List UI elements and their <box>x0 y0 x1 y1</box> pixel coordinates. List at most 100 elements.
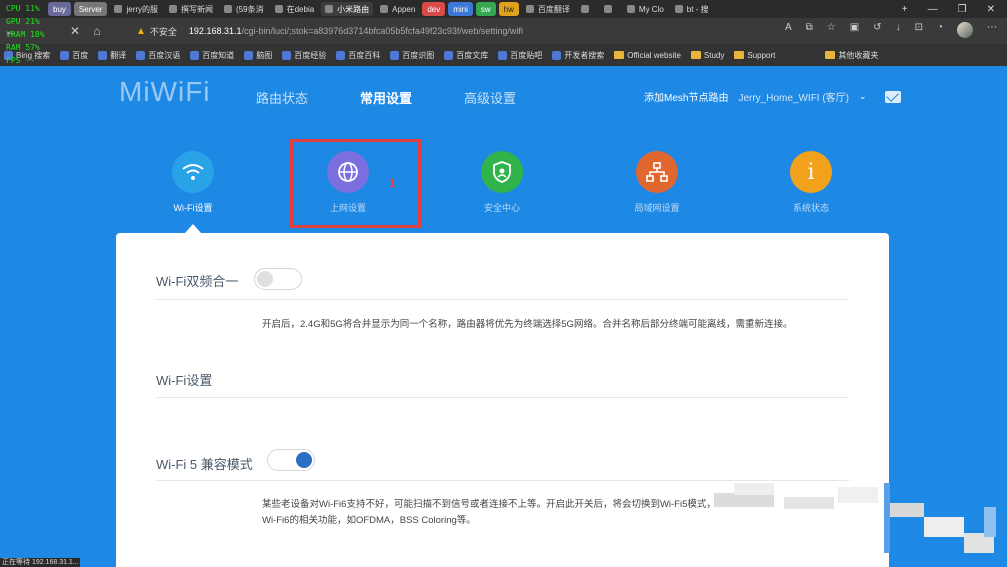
browser-tab[interactable]: dev <box>422 2 446 16</box>
browser-tab[interactable] <box>577 2 597 16</box>
feature-lan-settings[interactable]: 局域网设置 <box>617 151 697 214</box>
tab-label: hw <box>503 4 514 14</box>
folder-icon <box>690 51 701 59</box>
bookmark-item[interactable]: 百度汉语 <box>136 50 180 61</box>
browser-tab[interactable]: buy <box>48 2 71 16</box>
minimize-button[interactable]: — <box>928 4 938 15</box>
bookmark-favicon-icon <box>190 50 200 60</box>
profile-avatar[interactable] <box>957 22 973 38</box>
toggle-knob <box>257 271 273 287</box>
browser-tab[interactable]: hw <box>498 2 519 16</box>
browser-tab[interactable]: 撰写新闻 <box>165 2 217 16</box>
fps-stat: FPS -- <box>6 56 35 65</box>
bookmark-item[interactable]: 百度贴吧 <box>498 50 542 61</box>
browser-tab[interactable]: Appen <box>376 2 419 16</box>
nav-router-status[interactable]: 路由状态 <box>256 88 308 107</box>
bookmark-folder[interactable]: Official website <box>614 51 681 60</box>
miwifi-logo: MiWiFi <box>119 76 211 107</box>
stop-loading-icon[interactable]: ✕ <box>64 24 86 38</box>
chevron-down-icon[interactable]: ⌄ <box>859 91 867 102</box>
cpu-stat: CPU 11% <box>6 4 40 13</box>
browser-tab[interactable]: (59条消 <box>220 2 268 16</box>
screenshot-icon[interactable]: ⊡ <box>915 22 923 38</box>
bookmark-label: 翻译 <box>110 50 127 60</box>
bookmark-item[interactable]: 开发者搜索 <box>552 50 604 61</box>
bookmark-label: 百度汉语 <box>148 50 181 60</box>
favorites-icon[interactable]: ☆ <box>827 22 836 38</box>
bookmark-favicon-icon <box>98 50 108 60</box>
feature-label: Wi-Fi设置 <box>173 203 213 213</box>
browser-tab[interactable]: 在debia <box>271 2 319 16</box>
bookmark-item[interactable]: 百度识图 <box>390 50 434 61</box>
annotation-highlight-box <box>290 139 421 228</box>
tab-label: mini <box>453 4 468 14</box>
feature-wifi-settings[interactable]: Wi-Fi设置 <box>153 151 233 214</box>
bookmark-label: Official website <box>627 50 681 60</box>
tab-favicon-icon <box>169 5 178 13</box>
bookmark-item[interactable]: 百度经验 <box>282 50 326 61</box>
bookmark-label: 百度百科 <box>348 50 381 60</box>
url-input[interactable]: ▲ 不安全 192.168.31.1 /cgi-bin/luci/;stok=a… <box>136 21 666 41</box>
browser-tab[interactable]: Server <box>73 2 108 16</box>
browser-tab[interactable]: mini <box>448 2 473 16</box>
bookmark-favicon-icon <box>552 50 562 60</box>
browser-tab[interactable] <box>600 2 620 16</box>
browser-tab-bar: buy Server jerry的服 撰写新闻 (59条消 在debia 小米路由 Appen… <box>0 0 1007 18</box>
browser-tab[interactable]: 百度翻译 <box>522 2 574 16</box>
divider <box>156 299 849 300</box>
bookmark-label: Support <box>747 50 776 60</box>
copilot-icon[interactable]: ◔ <box>937 22 943 38</box>
bookmark-folder[interactable]: Study <box>690 51 724 60</box>
bookmark-item[interactable]: 脑图 <box>244 50 272 61</box>
insecure-label[interactable]: 不安全 <box>150 25 177 38</box>
bookmark-label: 百度知道 <box>202 50 235 60</box>
browser-tab[interactable]: 小米路由 <box>321 2 374 16</box>
wifi5-compat-toggle[interactable] <box>267 449 315 471</box>
performance-overlay: CPU 11% GPU 21% VRAM 18% RAM 57% FPS -- <box>6 2 45 67</box>
bookmark-label: 脑图 <box>256 50 273 60</box>
network-selector[interactable]: Jerry_Home_WIFI (客厅) <box>738 89 849 104</box>
shield-icon <box>481 151 523 193</box>
bookmarks-bar: Bing 搜索 百度 翻译 百度汉语 百度知道 脑图 百度经验 百度百科 百度识图 百度文库 百度贴… <box>0 44 1007 66</box>
feature-label: 安全中心 <box>483 203 520 213</box>
add-mesh-link[interactable]: 添加Mesh节点路由 <box>644 89 728 104</box>
bookmark-item[interactable]: 百度 <box>60 50 88 61</box>
menu-icon[interactable]: ⋯ <box>987 22 997 38</box>
toggle-knob <box>296 452 312 468</box>
restore-button[interactable]: ❐ <box>958 4 967 15</box>
extensions-icon[interactable]: ⧉ <box>806 22 813 38</box>
lan-icon <box>636 151 678 193</box>
nav-advanced-settings[interactable]: 高级设置 <box>464 88 516 107</box>
browser-tab[interactable]: sw <box>475 2 496 16</box>
downloads-icon[interactable]: ↓ <box>896 22 901 38</box>
tab-label: buy <box>53 4 66 14</box>
bookmark-folder[interactable]: Support <box>734 51 775 60</box>
bookmark-item[interactable]: 百度知道 <box>190 50 234 61</box>
feature-label: 系统状态 <box>792 203 829 213</box>
dualband-toggle[interactable] <box>254 268 302 290</box>
tab-label: Appen <box>392 4 416 14</box>
bookmark-item[interactable]: 百度文库 <box>444 50 488 61</box>
mail-icon[interactable] <box>884 90 901 103</box>
bookmark-label: 百度 <box>72 50 89 60</box>
bookmark-favicon-icon <box>498 50 508 60</box>
browser-tab[interactable]: bt - 搜 <box>671 2 713 16</box>
new-tab-button[interactable]: + <box>902 4 908 15</box>
bookmark-folder[interactable]: 其他收藏夹 <box>825 50 878 61</box>
bookmark-item[interactable]: 百度百科 <box>336 50 380 61</box>
browser-tab[interactable]: jerry的服 <box>110 2 162 16</box>
browser-tab[interactable]: My Clo <box>623 2 668 16</box>
read-aloud-icon[interactable]: A <box>785 22 792 38</box>
tab-label: (59条消 <box>236 4 264 14</box>
history-icon[interactable]: ↺ <box>873 22 881 38</box>
wifi-settings-title: Wi-Fi设置 <box>156 373 213 388</box>
home-icon[interactable]: ⌂ <box>86 24 108 38</box>
close-window-button[interactable]: ✕ <box>987 4 995 15</box>
nav-common-settings[interactable]: 常用设置 <box>360 88 412 107</box>
feature-system-status[interactable]: i 系统状态 <box>771 151 851 214</box>
redacted-mosaic <box>714 483 1000 561</box>
tab-favicon-icon <box>580 5 589 13</box>
bookmark-item[interactable]: 翻译 <box>98 50 126 61</box>
feature-security-center[interactable]: 安全中心 <box>462 151 542 214</box>
collections-icon[interactable]: ▣ <box>850 22 859 38</box>
